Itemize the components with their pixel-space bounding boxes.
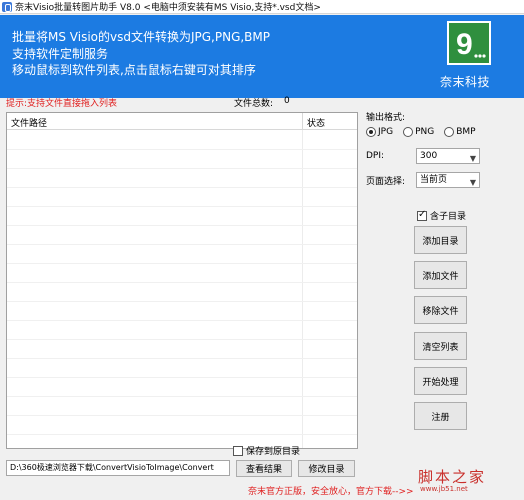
file-list[interactable]: 文件路径 状态 [6, 112, 358, 449]
save-to-source-checkbox[interactable] [233, 445, 243, 456]
app-icon [2, 1, 12, 12]
include-subdir-checkbox[interactable] [417, 209, 427, 221]
output-path-field[interactable]: D:\360极速浏览器下载\ConvertVisioToImage\Conver… [6, 460, 230, 476]
file-count-label: 文件总数: [234, 99, 274, 109]
output-format-label: 输出格式: [366, 113, 406, 123]
include-subdir-label: 含子目录 [430, 212, 467, 222]
chevron-down-icon: ▼ [469, 178, 476, 187]
format-png-option[interactable]: PNG [403, 127, 434, 137]
save-to-source-option[interactable]: 保存到原目录 [233, 444, 300, 457]
clear-list-button[interactable]: 清空列表 [414, 332, 467, 360]
title-bar: 奈末Visio批量转图片助手 V8.0 <电脑中须安装有MS Visio,支持*… [0, 0, 524, 14]
header-banner: 批量将MS Visio的vsd文件转换为JPG,PNG,BMP 支持软件定制服务… [0, 15, 524, 98]
brand-logo-icon: 9 [447, 21, 491, 65]
page-value: 当前页 [420, 175, 448, 185]
format-jpg-radio[interactable] [366, 127, 376, 137]
format-bmp-label: BMP [456, 127, 476, 137]
dpi-value: 300 [420, 151, 438, 161]
file-list-header: 文件路径 状态 [7, 113, 357, 130]
start-process-button[interactable]: 开始处理 [414, 367, 467, 395]
column-header-path[interactable]: 文件路径 [11, 116, 47, 129]
output-format-group: JPG PNG BMP [366, 127, 482, 137]
format-png-radio[interactable] [403, 127, 414, 137]
footer-notice: 奈末官方正版，安全放心，官方下载-->> [248, 487, 414, 497]
banner-line-3: 移动鼠标到软件列表,点击鼠标右键可对其排序 [12, 63, 256, 77]
dpi-select[interactable]: 300 ▼ [416, 148, 480, 164]
add-file-button[interactable]: 添加文件 [414, 261, 467, 289]
page-select[interactable]: 当前页 ▼ [416, 172, 480, 188]
format-png-label: PNG [415, 127, 435, 137]
brand-name: 奈末科技 [440, 75, 491, 89]
register-button[interactable]: 注册 [414, 402, 467, 430]
dpi-label: DPI: [366, 151, 385, 161]
format-bmp-option[interactable]: BMP [444, 127, 476, 137]
watermark-text: 脚本之家 [418, 468, 487, 486]
banner-line-1: 批量将MS Visio的vsd文件转换为JPG,PNG,BMP [12, 30, 271, 44]
window-title: 奈末Visio批量转图片助手 V8.0 <电脑中须安装有MS Visio,支持*… [15, 3, 321, 13]
add-directory-button[interactable]: 添加目录 [414, 226, 467, 254]
column-header-status[interactable]: 状态 [307, 116, 325, 129]
view-result-button[interactable]: 查看结果 [236, 460, 292, 477]
page-select-label: 页面选择: [366, 177, 406, 187]
change-directory-button[interactable]: 修改目录 [298, 460, 355, 477]
logo-digit: 9 [456, 28, 473, 61]
watermark: 脚本之家 www.jb51.net [418, 466, 522, 498]
format-jpg-label: JPG [378, 127, 394, 137]
drag-hint: 提示:支持文件直接拖入列表 [6, 99, 118, 109]
include-subdir-option[interactable]: 含子目录 [417, 209, 466, 222]
format-bmp-radio[interactable] [444, 127, 455, 137]
chevron-down-icon: ▼ [469, 154, 476, 163]
save-to-source-label: 保存到原目录 [246, 447, 301, 457]
remove-file-button[interactable]: 移除文件 [414, 296, 467, 324]
file-count-value: 0 [284, 96, 290, 106]
format-jpg-option[interactable]: JPG [366, 127, 393, 137]
watermark-url: www.jb51.net [420, 485, 468, 493]
banner-line-2: 支持软件定制服务 [12, 47, 109, 61]
